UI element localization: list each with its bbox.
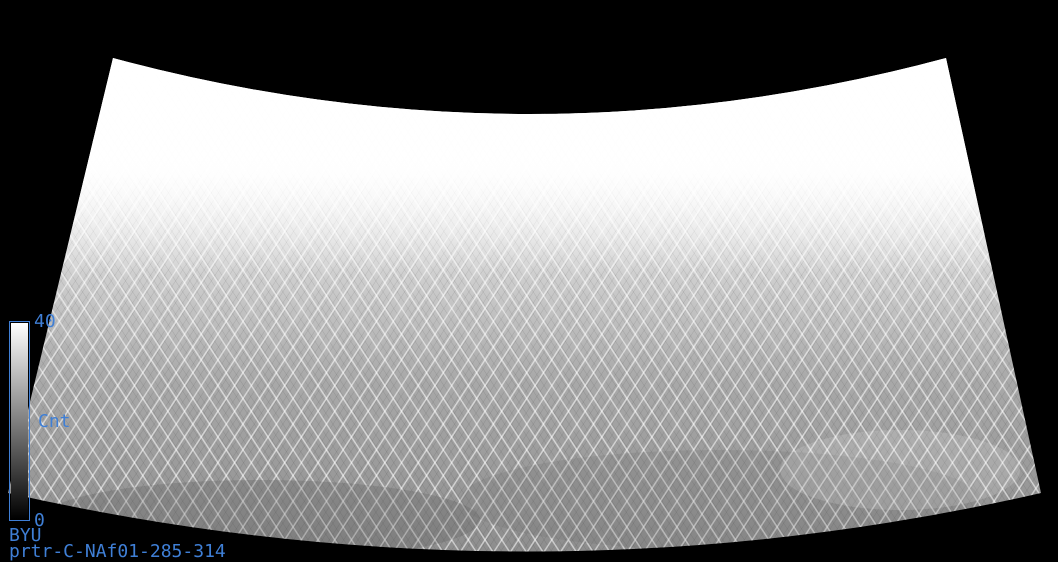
- product-label: prtr-C-NAf01-285-314: [9, 541, 226, 562]
- count-map-swath: [8, 58, 1041, 552]
- colorbar-frame: [9, 321, 30, 521]
- colorbar-units-label: Cnt: [38, 411, 71, 432]
- swath-area: [8, 58, 1041, 552]
- colorbar-max-label: 40: [34, 311, 56, 332]
